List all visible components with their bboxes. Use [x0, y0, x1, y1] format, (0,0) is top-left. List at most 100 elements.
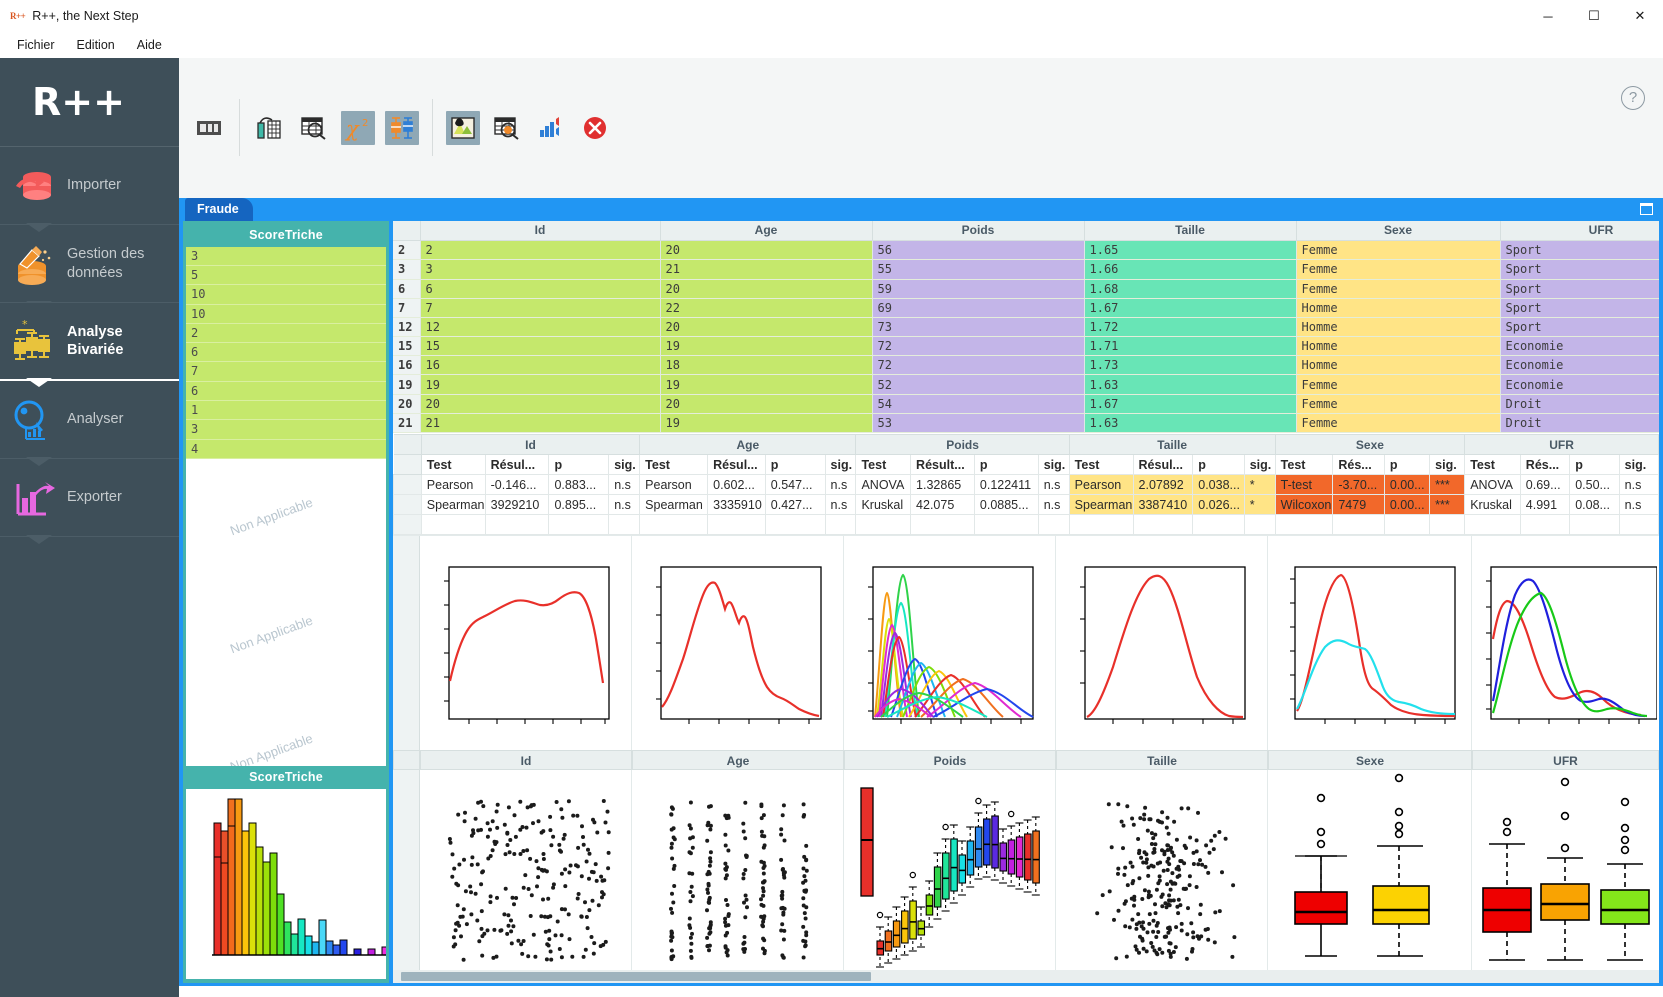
table-view-icon[interactable]	[192, 111, 226, 145]
stats-group-poids: Poids	[855, 434, 1070, 455]
stats-sub-test: Test	[639, 454, 709, 475]
menu-aide[interactable]: Aide	[128, 35, 171, 55]
sidebar-item-importer[interactable]: Importer	[0, 147, 179, 232]
minimize-button[interactable]: ─	[1525, 0, 1571, 32]
stats-sub-sig: sig.	[608, 454, 641, 475]
density-plot-taille[interactable]	[1056, 536, 1268, 750]
stat-p: 0.883...	[548, 474, 610, 495]
menu-edition[interactable]: Edition	[68, 35, 124, 55]
stat-result: -3.70...	[1332, 474, 1385, 495]
density-plot-poids[interactable]	[844, 536, 1056, 750]
table-row[interactable]: 19 19 19 52 1.63 Femme Economie	[393, 374, 1659, 395]
cell-ufr: Sport	[1500, 279, 1659, 299]
cell-id: 3	[420, 259, 661, 280]
stats-sub-p: p	[973, 454, 1039, 475]
stat-p: 0.547...	[764, 474, 826, 495]
list-item: 5	[186, 265, 386, 286]
cell-ufr: Sport	[1500, 317, 1659, 338]
menu-fichier[interactable]: Fichier	[8, 35, 64, 55]
column-header-ufr[interactable]: UFR	[1499, 220, 1659, 242]
cell-poids: 59	[872, 279, 1085, 299]
help-icon[interactable]: ?	[1621, 86, 1645, 110]
stats-sub-sig: sig.	[1618, 454, 1659, 475]
results-panel: Id Age Poids Taille Sexe UFR 2 2 20 56 1…	[393, 220, 1659, 983]
stat-empty	[855, 514, 912, 535]
scatter-header-row: Id Age Poids Taille Sexe UFR	[393, 750, 1659, 770]
table-row[interactable]: 2 2 20 56 1.65 Femme Sport	[393, 240, 1659, 261]
panel-maximize-button[interactable]	[1640, 202, 1653, 215]
table-row[interactable]: 20 20 20 54 1.67 Femme Droit	[393, 394, 1659, 414]
database-clean-icon	[12, 242, 56, 286]
sidebar-item-analyser[interactable]: Analyser	[0, 381, 179, 466]
variable-value-list[interactable]: 3 5 10 10 2 6 7 6 1 3 4	[186, 246, 386, 463]
table-settings-icon[interactable]	[490, 111, 524, 145]
density-plot-id[interactable]	[420, 536, 632, 750]
stat-empty	[1068, 514, 1134, 535]
stat-empty	[1569, 514, 1620, 535]
boxplot-ufr[interactable]	[1472, 770, 1659, 970]
column-header-taille[interactable]: Taille	[1083, 220, 1297, 242]
density-plot-age[interactable]	[632, 536, 844, 750]
sidebar-item-gestion-des-donnees[interactable]: Gestion des données	[0, 225, 179, 310]
stats-row-parametric[interactable]: Pearson -0.146... 0.883... n.s Pearson 0…	[393, 474, 1659, 495]
database-import-icon	[12, 164, 56, 208]
scatter-plot-age[interactable]	[632, 770, 844, 970]
stat-result: 0.602...	[707, 474, 766, 495]
non-applicable-label: Non Applicable	[228, 730, 315, 766]
stat-empty	[1429, 514, 1466, 535]
cell-age: 20	[660, 317, 873, 338]
column-header-age[interactable]: Age	[659, 220, 873, 242]
boxplot-poids[interactable]	[844, 770, 1056, 970]
table-row[interactable]: 16 16 18 72 1.73 Homme Economie	[393, 355, 1659, 376]
scatter-header-id: Id	[420, 750, 632, 770]
table-row[interactable]: 12 12 20 73 1.72 Homme Sport	[393, 317, 1659, 338]
column-header-sexe[interactable]: Sexe	[1295, 220, 1501, 242]
close-button[interactable]: ✕	[1617, 0, 1663, 32]
boxplot-compare-icon[interactable]	[385, 110, 419, 145]
stat-test: Spearman	[639, 494, 709, 515]
scatter-plot-taille[interactable]	[1056, 770, 1268, 970]
scatter-header-ufr: UFR	[1472, 750, 1659, 770]
horizontal-scrollbar[interactable]	[393, 970, 1659, 983]
cell-taille: 1.67	[1084, 394, 1297, 414]
cell-poids: 73	[872, 317, 1085, 338]
app-logo: R++	[0, 58, 179, 147]
cell-sexe: Homme	[1296, 298, 1501, 318]
stat-test: Pearson	[639, 474, 709, 495]
density-plot-sexe[interactable]	[1268, 536, 1472, 750]
scrollbar-thumb[interactable]	[401, 972, 871, 981]
cell-id: 6	[420, 279, 661, 299]
image-export-icon[interactable]	[446, 110, 480, 145]
density-plot-ufr[interactable]	[1472, 536, 1659, 750]
stat-test: ANOVA	[855, 474, 912, 495]
chi2-icon[interactable]: χ 2	[341, 110, 375, 145]
close-analysis-icon[interactable]	[578, 111, 612, 145]
boxplot-sexe[interactable]	[1268, 770, 1472, 970]
sidebar-item-analyse-bivariee[interactable]: * Analyse Bivariée	[0, 303, 179, 387]
row-number: 12	[393, 317, 421, 338]
column-header-id[interactable]: Id	[419, 220, 661, 242]
cell-id: 7	[420, 298, 661, 318]
content-area: Fraude ScoreTriche 3 5 10 10 2 6 7 6 1 3…	[179, 197, 1663, 997]
stat-empty	[639, 514, 709, 535]
cell-ufr: Droit	[1500, 394, 1659, 414]
stats-sub-test: Test	[855, 454, 912, 475]
stat-p: 0.50...	[1569, 474, 1620, 495]
table-row[interactable]: 15 15 19 72 1.71 Homme Economie	[393, 336, 1659, 357]
column-header-poids[interactable]: Poids	[871, 220, 1085, 242]
stat-p: 0.08...	[1569, 494, 1620, 515]
univariate-icon[interactable]	[253, 111, 287, 145]
table-row[interactable]: 7 7 22 69 1.67 Homme Sport	[393, 298, 1659, 318]
table-row[interactable]: 21 21 19 53 1.63 Femme Droit	[393, 413, 1659, 434]
scatter-plot-id[interactable]	[420, 770, 632, 970]
table-row[interactable]: 3 3 21 55 1.66 Femme Sport	[393, 259, 1659, 280]
stats-row-nonparametric[interactable]: Spearman 3929210 0.895... n.s Spearman 3…	[393, 494, 1659, 515]
table-row[interactable]: 6 6 20 59 1.68 Femme Sport	[393, 279, 1659, 299]
stat-p: 0.038...	[1192, 474, 1245, 495]
bar-chart-icon[interactable]	[534, 111, 568, 145]
sidebar-item-exporter[interactable]: Exporter	[0, 459, 179, 544]
maximize-button[interactable]: ☐	[1571, 0, 1617, 32]
tab-fraude[interactable]: Fraude	[185, 197, 253, 221]
table-search-icon[interactable]	[297, 111, 331, 145]
stats-row-gutter	[393, 494, 422, 515]
